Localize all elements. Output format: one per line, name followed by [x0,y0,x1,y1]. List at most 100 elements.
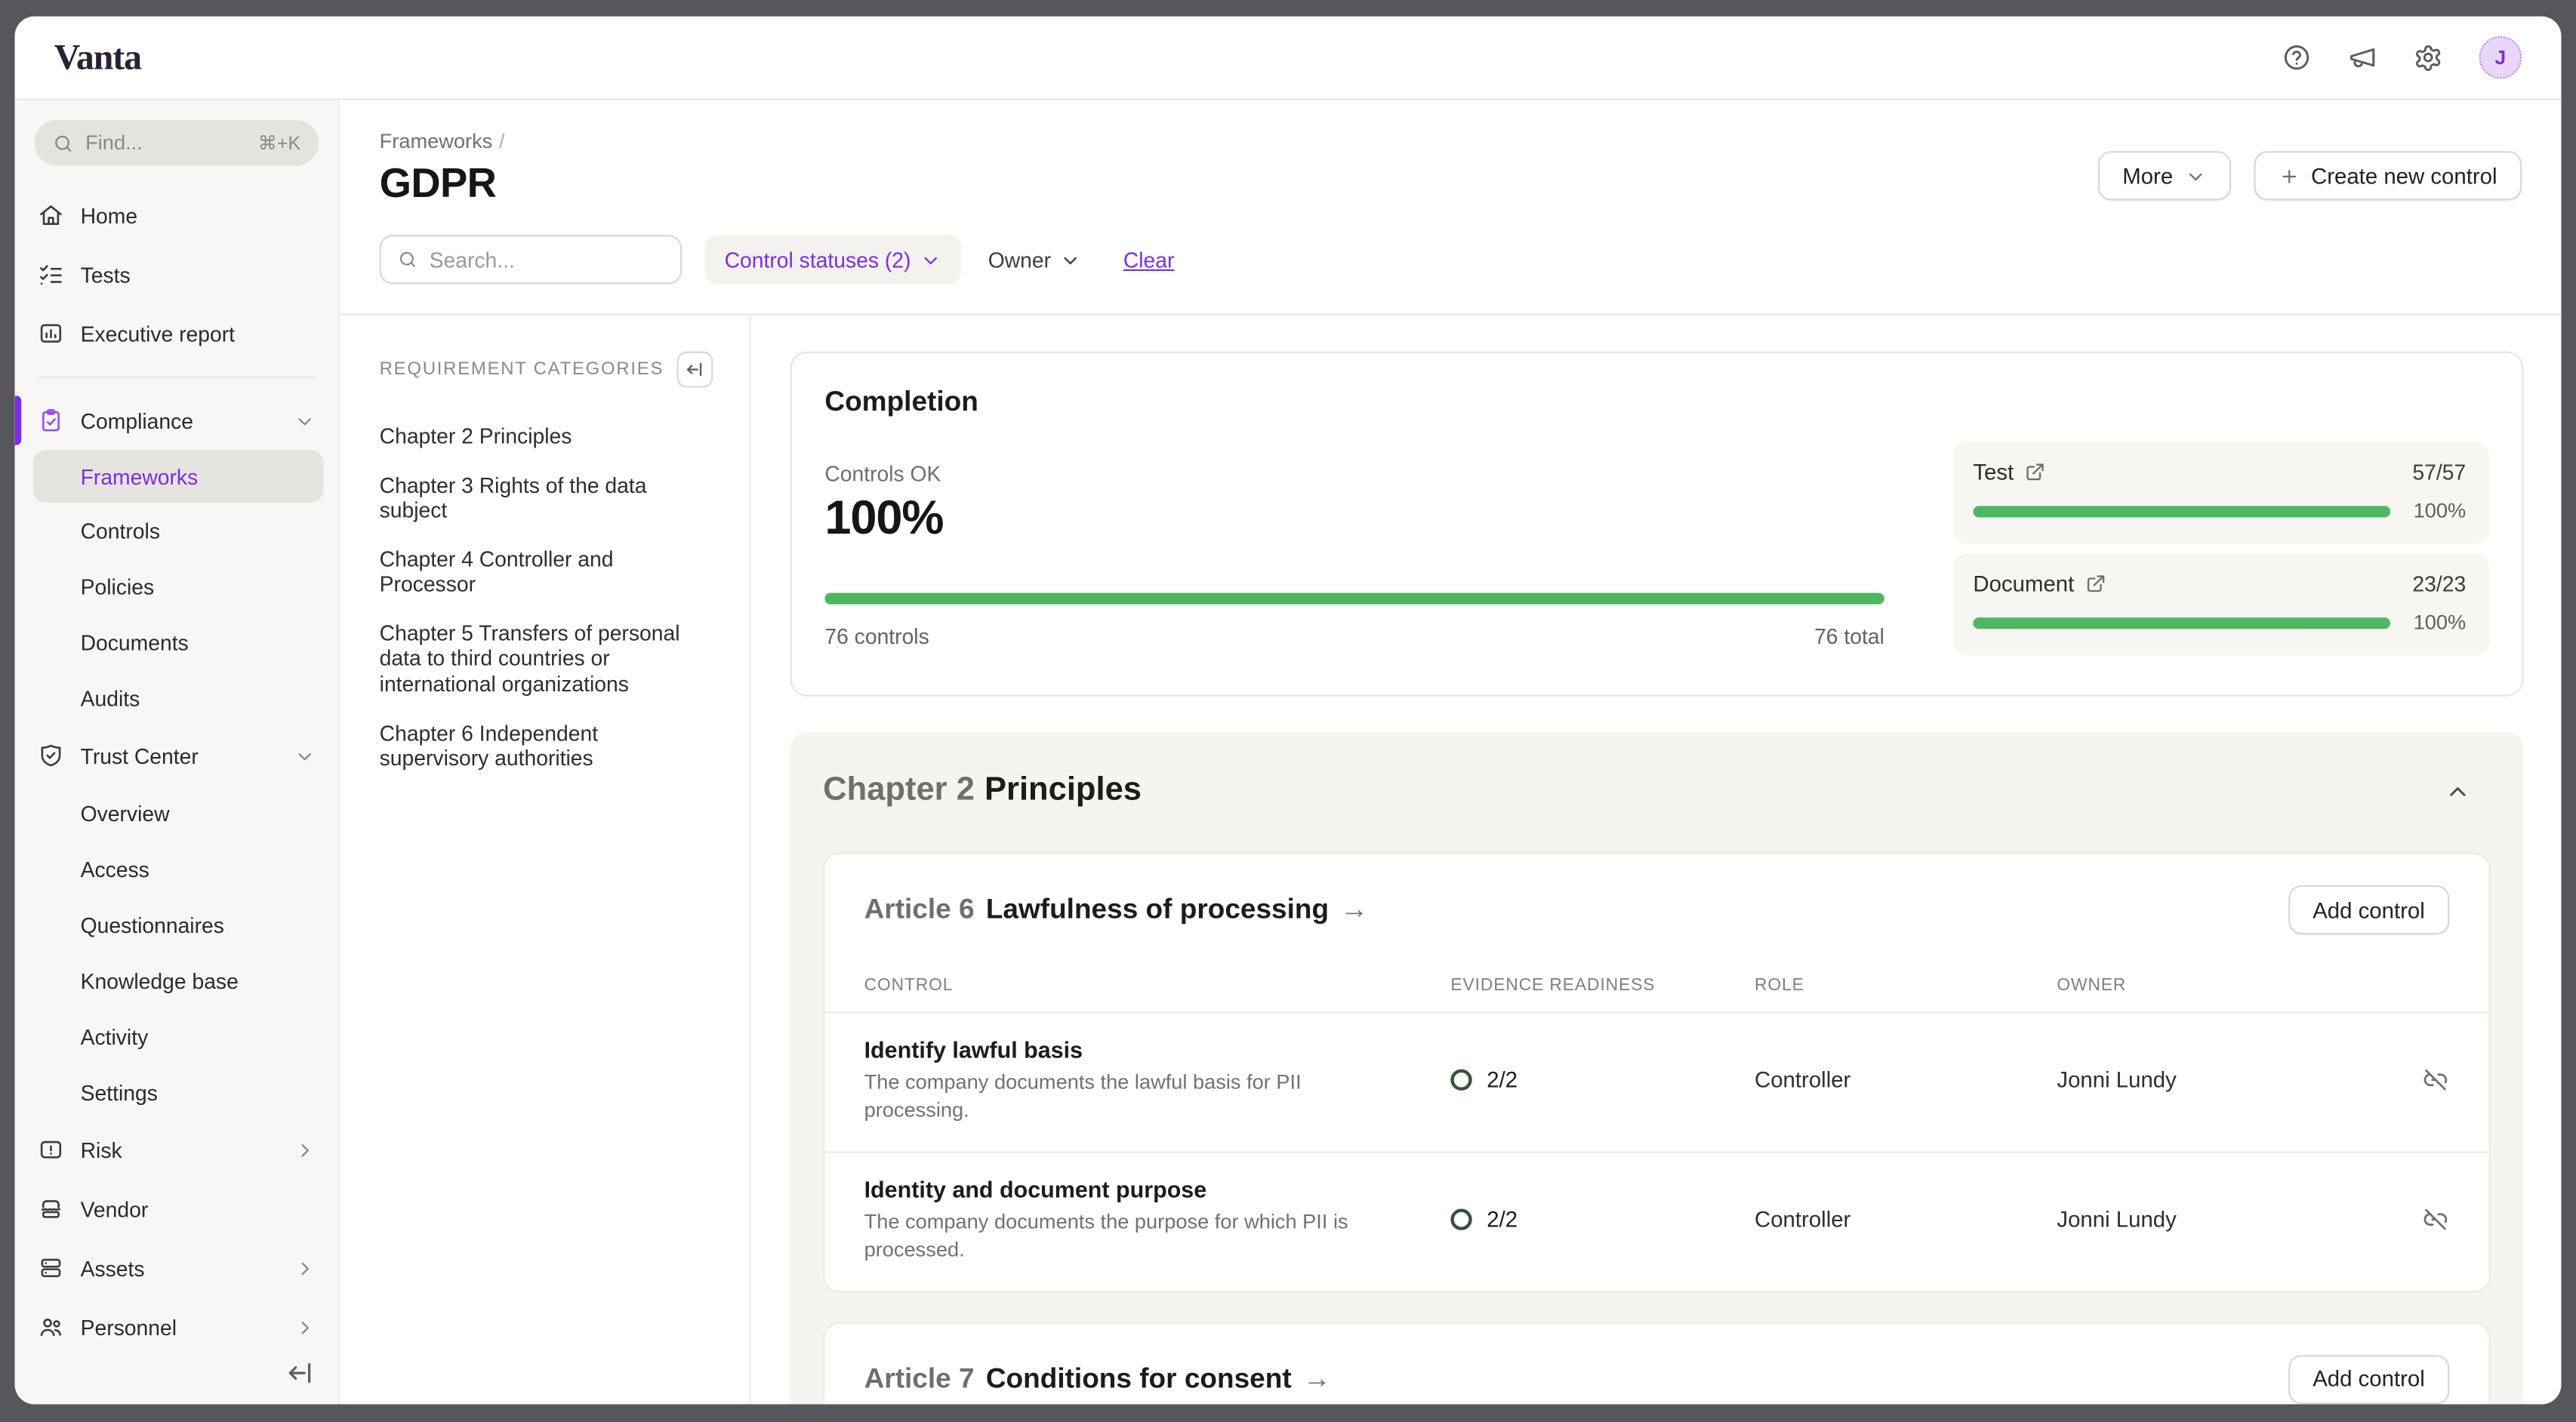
evidence-ring-icon [1450,1070,1471,1091]
chevron-down-icon [294,745,316,766]
search-field[interactable] [430,247,664,272]
help-icon[interactable] [2282,43,2311,72]
avatar[interactable]: J [2479,36,2522,79]
chapter-title: Chapter 2Principles [823,772,1142,810]
completion-title: Completion [824,386,2488,419]
control-role: Controller [1755,1068,2057,1093]
test-progress-tile[interactable]: Test 57/57 100% [1953,442,2488,543]
collapse-panel-button[interactable] [677,352,713,388]
sidebar-item-knowledge-base[interactable]: Knowledge base [15,953,339,1008]
sidebar-item-documents[interactable]: Documents [15,614,339,670]
content-area: Completion Controls OK 100% 76 controls [750,315,2561,1405]
sidebar-item-trust-center[interactable]: Trust Center [15,726,339,785]
top-bar: Vanta J [15,17,2562,100]
sidebar-item-access[interactable]: Access [15,841,339,897]
topbar-actions: J [2282,36,2522,79]
tile-label: Document [1973,571,2074,596]
sidebar-item-personnel[interactable]: Personnel [15,1297,339,1356]
sidebar-item-frameworks[interactable]: Frameworks [33,450,324,503]
more-button[interactable]: More [2098,151,2231,200]
sidebar-item-activity[interactable]: Activity [15,1008,339,1064]
clear-filters-link[interactable]: Clear [1123,247,1175,272]
create-new-control-button[interactable]: Create new control [2254,151,2522,200]
collapse-chapter-icon[interactable] [2445,777,2471,804]
sidebar-item-vendor[interactable]: Vendor [15,1179,339,1238]
control-row[interactable]: Identity and document purpose The compan… [824,1153,2488,1290]
category-item[interactable]: Chapter 5 Transfers of personal data to … [380,621,713,695]
controls-table-header: CONTROL EVIDENCE READINESS ROLE OWNER [824,965,2488,1013]
article-7-card: Article 7 Conditions for consent → Add c… [823,1322,2491,1405]
sidebar-item-label: Tests [81,262,131,287]
sidebar-item-label: Executive report [81,321,235,346]
chevron-down-icon [2184,165,2205,186]
people-icon [38,1314,64,1340]
tile-percent: 100% [2407,500,2466,522]
owner-filter[interactable]: Owner [988,247,1081,272]
sidebar-item-home[interactable]: Home [15,186,339,245]
article-6-title[interactable]: Article 6 Lawfulness of processing → [864,894,1369,927]
control-row[interactable]: Identify lawful basis The company docume… [824,1014,2488,1153]
column-evidence-readiness: EVIDENCE READINESS [1450,976,1755,996]
category-item[interactable]: Chapter 6 Independent supervisory author… [380,720,713,770]
add-control-button[interactable]: Add control [2288,1354,2450,1403]
control-name: Identity and document purpose [864,1175,1451,1202]
sidebar-item-assets[interactable]: Assets [15,1239,339,1297]
sidebar-item-risk[interactable]: Risk [15,1120,339,1179]
sidebar-item-compliance[interactable]: Compliance [15,391,339,450]
sidebar-item-label: Vendor [81,1196,149,1221]
search-icon [53,132,74,153]
completion-progress-fill [824,593,1884,605]
tile-ratio: 57/57 [2412,460,2466,485]
tile-ratio: 23/23 [2412,571,2466,596]
category-item[interactable]: Chapter 4 Controller and Processor [380,547,713,597]
document-progress-bar [1973,617,2390,628]
control-owner: Jonni Lundy [2057,1068,2385,1093]
announcements-icon[interactable] [2348,43,2377,72]
control-statuses-filter[interactable]: Control statuses (2) [705,235,962,284]
vanta-logo[interactable]: Vanta [54,36,141,79]
add-control-button[interactable]: Add control [2288,885,2450,934]
control-role: Controller [1755,1208,2057,1233]
sidebar-item-settings[interactable]: Settings [15,1064,339,1120]
sidebar-item-label: Assets [81,1256,145,1281]
sidebar-item-controls[interactable]: Controls [15,503,339,559]
breadcrumb[interactable]: Frameworks/ [380,130,505,152]
server-stack-icon [38,1254,64,1281]
category-item[interactable]: Chapter 3 Rights of the data subject [380,473,713,523]
find-placeholder: Find... [85,131,143,154]
search-icon [398,248,418,271]
column-control: CONTROL [864,976,1451,996]
search-input[interactable] [380,235,682,284]
sidebar-item-questionnaires[interactable]: Questionnaires [15,897,339,953]
completion-progress-bar [824,593,1884,605]
arrow-right-icon: → [1303,1362,1331,1396]
sidebar-item-label: Home [81,203,137,228]
checklist-icon [38,261,64,288]
requirement-categories-panel: REQUIREMENT CATEGORIES Chapter 2 Princip… [340,315,750,1405]
sidebar-item-executive-report[interactable]: Executive report [15,304,339,363]
sidebar-item-overview[interactable]: Overview [15,785,339,841]
sidebar-item-label: Compliance [81,408,193,433]
unlink-icon[interactable] [2421,1205,2449,1233]
collapse-sidebar-icon[interactable] [286,1359,316,1388]
sidebar-item-tests[interactable]: Tests [15,245,339,303]
sidebar-item-policies[interactable]: Policies [15,559,339,614]
evidence-ring-icon [1450,1209,1471,1230]
settings-gear-icon[interactable] [2414,43,2443,72]
sidebar-item-audits[interactable]: Audits [15,670,339,726]
evidence-count: 2/2 [1487,1068,1518,1093]
chevron-right-icon [294,1316,316,1337]
unlink-icon[interactable] [2421,1066,2449,1094]
external-link-icon [2084,573,2105,594]
page-title: GDPR [380,161,505,208]
chevron-right-icon [294,1139,316,1160]
sidebar-item-label: Personnel [81,1315,177,1340]
controls-count: 76 controls [824,624,929,649]
shield-check-icon [38,743,64,769]
article-7-title[interactable]: Article 7 Conditions for consent → [864,1362,1331,1396]
document-progress-tile[interactable]: Document 23/23 100% [1953,553,2488,655]
find-input[interactable]: Find... ⌘+K [35,120,319,166]
category-item[interactable]: Chapter 2 Principles [380,423,713,448]
risk-alert-icon [38,1137,64,1163]
page-header: Frameworks/ GDPR More Create new control [340,100,2561,209]
